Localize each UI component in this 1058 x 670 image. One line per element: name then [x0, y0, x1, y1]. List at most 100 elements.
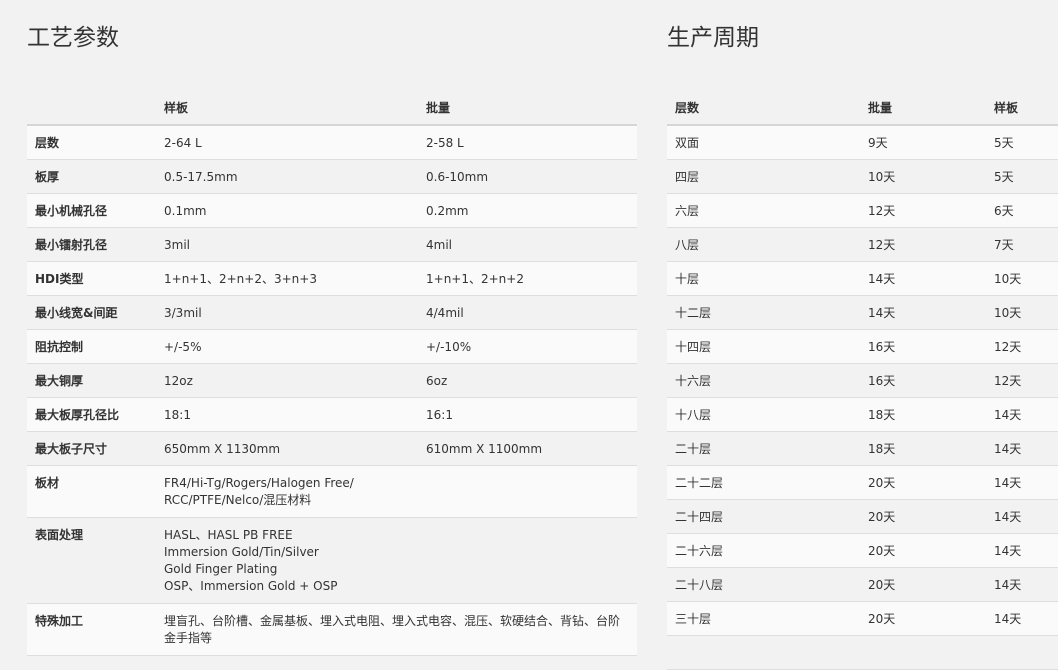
- param-label: 板厚: [27, 159, 156, 194]
- cycle-sample: 14天: [986, 499, 1058, 534]
- table-row: 四层 10天 5天: [667, 159, 1058, 194]
- param-batch-value: 1+n+1、2+n+2: [418, 261, 637, 296]
- cycle-layers: 十层: [667, 261, 860, 296]
- value-line: 12oz: [164, 373, 193, 388]
- value-line: 0.1mm: [164, 203, 207, 218]
- param-batch-value: +/-10%: [418, 329, 637, 364]
- cycle-layers: 十二层: [667, 295, 860, 330]
- param-label: 层数: [27, 125, 156, 160]
- table-row: HDI类型 1+n+1、2+n+2、3+n+3 1+n+1、2+n+2: [27, 261, 637, 296]
- value-line: FR4/Hi-Tg/Rogers/Halogen Free/: [164, 476, 354, 490]
- cycle-sample: [986, 635, 1058, 670]
- value-line: 金手指等: [164, 631, 213, 645]
- table-row: 最小镭射孔径 3mil 4mil: [27, 227, 637, 262]
- table-row: 十二层 14天 10天: [667, 295, 1058, 330]
- param-sample-value: HASL、HASL PB FREE Immersion Gold/Tin/Silv…: [156, 517, 637, 604]
- table-row: 二十二层 20天 14天: [667, 465, 1058, 500]
- value-line: RCC/PTFE/Nelco/混压材料: [164, 493, 312, 507]
- table-row: [667, 635, 1058, 670]
- value-line: +/-10%: [426, 339, 472, 354]
- table-row: 八层 12天 7天: [667, 227, 1058, 262]
- header-batch: 批量: [418, 90, 637, 126]
- cycle-layers: 十六层: [667, 363, 860, 398]
- cycle-batch: 20天: [860, 533, 986, 568]
- table-row: 二十四层 20天 14天: [667, 499, 1058, 534]
- value-line: 0.2mm: [426, 203, 469, 218]
- param-sample-value: 12oz: [156, 363, 418, 398]
- value-line: Immersion Gold/Tin/Silver: [164, 545, 319, 559]
- table-row: 板厚 0.5-17.5mm 0.6-10mm: [27, 159, 637, 194]
- cycle-batch: 20天: [860, 567, 986, 602]
- param-batch-value: 2-58 L: [418, 125, 637, 160]
- param-sample-value: 1+n+1、2+n+2、3+n+3: [156, 261, 418, 296]
- value-line: 18:1: [164, 407, 191, 422]
- cycle-batch: 20天: [860, 601, 986, 636]
- param-label: 最小机械孔径: [27, 193, 156, 228]
- value-line: 4/4mil: [426, 305, 464, 320]
- cycle-sample: 14天: [986, 601, 1058, 636]
- table-row: 最小线宽&间距 3/3mil 4/4mil: [27, 295, 637, 330]
- value-line: OSP、Immersion Gold + OSP: [164, 579, 338, 593]
- param-label: 最小镭射孔径: [27, 227, 156, 262]
- value-line: 埋盲孔、台阶槽、金属基板、埋入式电阻、埋入式电容、混压、软硬结合、背钻、台阶: [164, 614, 621, 628]
- cycle-batch: 9天: [860, 125, 986, 160]
- cycle-sample: 14天: [986, 533, 1058, 568]
- cycle-batch: 14天: [860, 261, 986, 296]
- param-sample-value: 18:1: [156, 397, 418, 432]
- header-layers: 层数: [667, 90, 860, 126]
- cycle-sample: 5天: [986, 125, 1058, 160]
- table-row: 二十层 18天 14天: [667, 431, 1058, 466]
- table-row: 表面处理 HASL、HASL PB FREE Immersion Gold/Tin/…: [27, 517, 637, 604]
- param-sample-value: 3/3mil: [156, 295, 418, 330]
- param-batch-value: 0.6-10mm: [418, 159, 637, 194]
- cycle-batch: 12天: [860, 227, 986, 262]
- value-line: 3mil: [164, 237, 190, 252]
- cycle-batch: 10天: [860, 159, 986, 194]
- param-label: HDI类型: [27, 261, 156, 296]
- param-batch-value: 610mm X 1100mm: [418, 431, 637, 466]
- cycle-sample: 12天: [986, 329, 1058, 364]
- cycle-batch: [860, 635, 986, 670]
- cycle-layers: 二十六层: [667, 533, 860, 568]
- table-row: 阻抗控制 +/-5% +/-10%: [27, 329, 637, 364]
- value-line: 1+n+1、2+n+2: [426, 272, 524, 286]
- cycle-layers: 十四层: [667, 329, 860, 364]
- table-row: 双面 9天 5天: [667, 125, 1058, 160]
- cycle-batch: 16天: [860, 329, 986, 364]
- cycle-layers: 二十八层: [667, 567, 860, 602]
- cycle-sample: 10天: [986, 295, 1058, 330]
- param-label: 最大铜厚: [27, 363, 156, 398]
- table-row: 板材 FR4/Hi-Tg/Rogers/Halogen Free/RCC/PTFE…: [27, 465, 637, 518]
- value-line: HASL、HASL PB FREE: [164, 528, 293, 542]
- param-label: 最大板厚孔径比: [27, 397, 156, 432]
- param-label: 表面处理: [27, 517, 156, 604]
- table-row: 层数 2-64 L 2-58 L: [27, 125, 637, 160]
- value-line: 3/3mil: [164, 305, 202, 320]
- table-row: 二十八层 20天 14天: [667, 567, 1058, 602]
- value-line: 0.5-17.5mm: [164, 169, 238, 184]
- cycle-batch: 12天: [860, 193, 986, 228]
- cycle-sample: 5天: [986, 159, 1058, 194]
- cycle-layers: 双面: [667, 125, 860, 160]
- param-sample-value: 650mm X 1130mm: [156, 431, 418, 466]
- cycle-batch: 18天: [860, 431, 986, 466]
- process-params-table: 样板 批量 层数 2-64 L 2-58 L 板厚 0.5-17.5mm 0.6-10mm…: [27, 90, 637, 656]
- param-batch-value: 4mil: [418, 227, 637, 262]
- header-batch: 批量: [860, 90, 986, 126]
- param-sample-value: 0.1mm: [156, 193, 418, 228]
- cycle-layers: [667, 635, 860, 670]
- table-header-row: 层数 批量 样板: [667, 90, 1058, 126]
- cycle-layers: 六层: [667, 193, 860, 228]
- param-label: 板材: [27, 465, 156, 518]
- value-line: 16:1: [426, 407, 453, 422]
- cycle-batch: 14天: [860, 295, 986, 330]
- cycle-layers: 十八层: [667, 397, 860, 432]
- value-line: 2-58 L: [426, 135, 464, 150]
- cycle-batch: 20天: [860, 499, 986, 534]
- cycle-sample: 6天: [986, 193, 1058, 228]
- value-line: 1+n+1、2+n+2、3+n+3: [164, 272, 317, 286]
- table-row: 十层 14天 10天: [667, 261, 1058, 296]
- cycle-layers: 四层: [667, 159, 860, 194]
- cycle-sample: 10天: [986, 261, 1058, 296]
- table-row: 最大铜厚 12oz 6oz: [27, 363, 637, 398]
